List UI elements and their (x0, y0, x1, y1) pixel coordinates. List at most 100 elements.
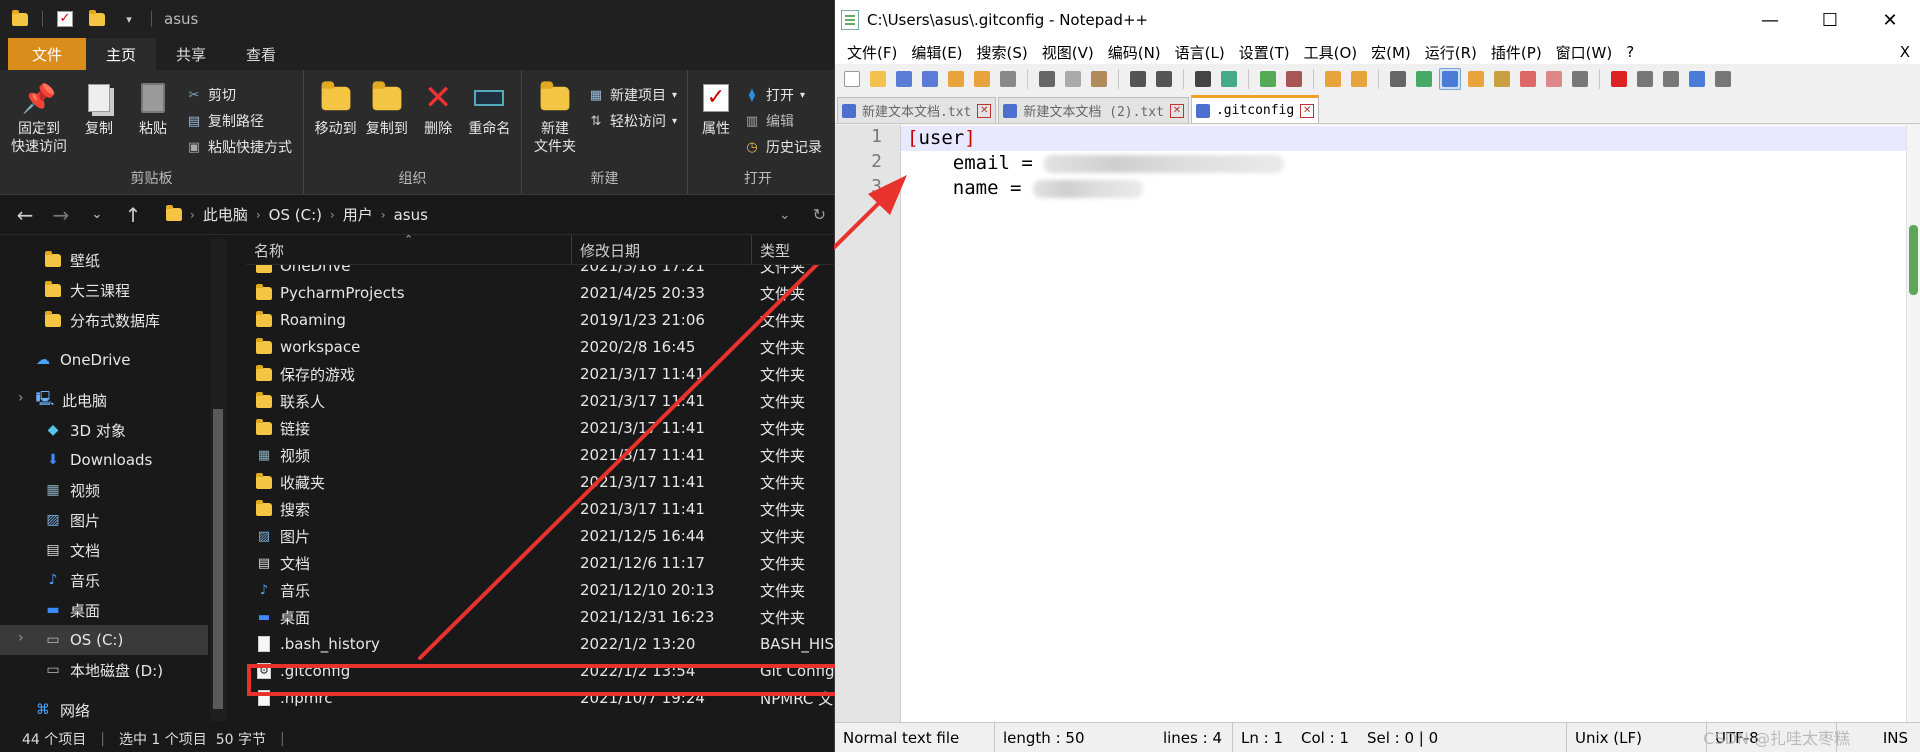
column-header-type[interactable]: 类型 (752, 235, 834, 265)
nav-item[interactable]: ☁ OneDrive (0, 345, 208, 375)
tab-view[interactable]: 查看 (226, 38, 296, 70)
zoom-out-icon[interactable] (1283, 68, 1305, 90)
menu-settings[interactable]: 设置(T) (1233, 42, 1298, 63)
column-header-date[interactable]: 修改日期 (572, 235, 752, 265)
save-macro-icon[interactable] (1712, 68, 1734, 90)
open-file-icon[interactable] (867, 68, 889, 90)
replace-icon[interactable] (1218, 68, 1240, 90)
doc-list-icon[interactable] (1543, 68, 1565, 90)
close-all-icon[interactable] (971, 68, 993, 90)
find-icon[interactable] (1192, 68, 1214, 90)
menu-search[interactable]: 搜索(S) (971, 42, 1036, 63)
easy-access-button[interactable]: ⇅ 轻松访问 ▾ (588, 110, 677, 132)
nav-item[interactable]: ♪ 音乐 (0, 565, 208, 595)
nav-item[interactable]: 分布式数据库 (0, 305, 208, 335)
file-row[interactable]: 联系人 2021/3/17 11:41 文件夹 (246, 388, 834, 414)
file-row[interactable]: ▦ 视频 2021/3/17 11:41 文件夹 (246, 442, 834, 468)
nav-item[interactable]: ▭ 本地磁盘 (D:) (0, 655, 208, 685)
close-tab-icon[interactable]: ✕ (1300, 103, 1315, 118)
nav-item[interactable]: ▤ 文档 (0, 535, 208, 565)
menu-run[interactable]: 运行(R) (1419, 42, 1485, 63)
new-folder-quick-access-icon[interactable] (87, 9, 107, 29)
quick-access-dropdown-icon[interactable]: ▾ (119, 9, 139, 29)
close-tab-icon[interactable]: ✕ (1169, 103, 1184, 118)
history-button[interactable]: ◷ 历史记录 (744, 136, 822, 158)
show-all-chars-icon[interactable] (1413, 68, 1435, 90)
nav-item[interactable]: ⬇ Downloads (0, 445, 208, 475)
close-file-icon[interactable] (945, 68, 967, 90)
nav-item[interactable]: 大三课程 (0, 275, 208, 305)
file-row[interactable]: ⚙ .gitconfig 2022/1/2 13:54 Git Config (246, 658, 834, 684)
menu-file[interactable]: 文件(F) (841, 42, 905, 63)
cut-button[interactable]: ✂ 剪切 (186, 84, 292, 106)
doc-tab-2[interactable]: 新建文本文档 (2).txt ✕ (998, 97, 1189, 123)
nav-item[interactable]: 🖳 此电脑 (0, 385, 208, 415)
file-row[interactable]: ▬ 桌面 2021/12/31 16:23 文件夹 (246, 604, 834, 630)
stop-record-icon[interactable] (1634, 68, 1656, 90)
nav-item[interactable]: 壁纸 (0, 245, 208, 275)
print-icon[interactable] (997, 68, 1019, 90)
open-button[interactable]: ⧫ 打开 ▾ (744, 84, 822, 106)
doc-map-icon[interactable] (1465, 68, 1487, 90)
save-all-icon[interactable] (919, 68, 941, 90)
word-wrap-icon[interactable] (1387, 68, 1409, 90)
menu-tools[interactable]: 工具(O) (1298, 42, 1366, 63)
save-icon[interactable] (893, 68, 915, 90)
refresh-icon[interactable]: ↻ (813, 205, 826, 224)
doc-tab-1[interactable]: 新建文本文档.txt ✕ (837, 97, 997, 123)
menu-window[interactable]: 窗口(W) (1550, 42, 1621, 63)
file-row[interactable]: 收藏夹 2021/3/17 11:41 文件夹 (246, 469, 834, 495)
menu-language[interactable]: 语言(L) (1169, 42, 1233, 63)
nav-item[interactable]: ▭ OS (C:) (0, 625, 208, 655)
file-row[interactable]: Roaming 2019/1/23 21:06 文件夹 (246, 307, 834, 333)
recent-locations-chevron-icon[interactable]: ⌄ (86, 207, 108, 222)
file-row[interactable]: .npmrc 2021/10/7 19:24 NPMRC 文 (246, 685, 834, 711)
new-file-icon[interactable] (841, 68, 863, 90)
new-item-button[interactable]: ▦ 新建项目 ▾ (588, 84, 677, 106)
indent-guide-icon[interactable] (1439, 68, 1461, 90)
menu-edit[interactable]: 编辑(E) (905, 42, 970, 63)
navigation-scrollbar[interactable] (210, 239, 226, 721)
edit-button[interactable]: ▥ 编辑 (744, 110, 822, 132)
sync-horizontal-icon[interactable] (1348, 68, 1370, 90)
maximize-icon[interactable]: ☐ (1800, 10, 1860, 31)
column-header-name[interactable]: 名称 ⌃ (246, 235, 572, 265)
play-macro-icon[interactable] (1660, 68, 1682, 90)
run-macro-multiple-icon[interactable] (1686, 68, 1708, 90)
close-tab-icon[interactable]: ✕ (977, 103, 992, 118)
menu-macro[interactable]: 宏(M) (1365, 42, 1419, 63)
tab-home[interactable]: 主页 (86, 38, 157, 70)
monitor-icon[interactable] (1569, 68, 1591, 90)
up-arrow-icon[interactable]: ↑ (122, 203, 144, 227)
cut-icon[interactable] (1036, 68, 1058, 90)
file-row[interactable]: ▨ 图片 2021/12/5 16:44 文件夹 (246, 523, 834, 549)
file-row[interactable]: workspace 2020/2/8 16:45 文件夹 (246, 334, 834, 360)
copy-icon[interactable] (1062, 68, 1084, 90)
function-list-icon[interactable] (1491, 68, 1513, 90)
minimize-icon[interactable]: — (1740, 10, 1800, 31)
close-document-button[interactable]: X (1900, 43, 1920, 61)
text-editor[interactable]: 1 2 3 [user] email = name = (835, 125, 1920, 722)
close-icon[interactable]: ✕ (1860, 10, 1920, 31)
tab-share[interactable]: 共享 (156, 38, 226, 70)
file-row[interactable]: 保存的游戏 2021/3/17 11:41 文件夹 (246, 361, 834, 387)
file-row[interactable]: 搜索 2021/3/17 11:41 文件夹 (246, 496, 834, 522)
menu-plugins[interactable]: 插件(P) (1485, 42, 1550, 63)
record-macro-icon[interactable] (1608, 68, 1630, 90)
back-arrow-icon[interactable]: ← (14, 203, 36, 227)
undo-icon[interactable] (1127, 68, 1149, 90)
nav-item[interactable]: ▦ 视频 (0, 475, 208, 505)
zoom-in-icon[interactable] (1257, 68, 1279, 90)
expand-chevron-icon[interactable]: › (18, 630, 24, 646)
menu-view[interactable]: 视图(V) (1036, 42, 1102, 63)
breadcrumb-users[interactable]: 用户 (343, 204, 373, 225)
copy-path-button[interactable]: ▤ 复制路径 (186, 110, 292, 132)
nav-item[interactable]: ⌘ 网络 (0, 695, 208, 725)
nav-item[interactable]: ▬ 桌面 (0, 595, 208, 625)
file-row[interactable]: ▤ 文档 2021/12/6 11:17 文件夹 (246, 550, 834, 576)
breadcrumb-asus[interactable]: asus (394, 206, 428, 224)
vertical-scrollbar[interactable] (1906, 125, 1920, 722)
sync-vertical-icon[interactable] (1322, 68, 1344, 90)
address-bar[interactable]: › 此电脑 › OS (C:) › 用户 › asus ⌄ ↻ (158, 200, 826, 230)
menu-help[interactable]: ? (1620, 43, 1642, 61)
